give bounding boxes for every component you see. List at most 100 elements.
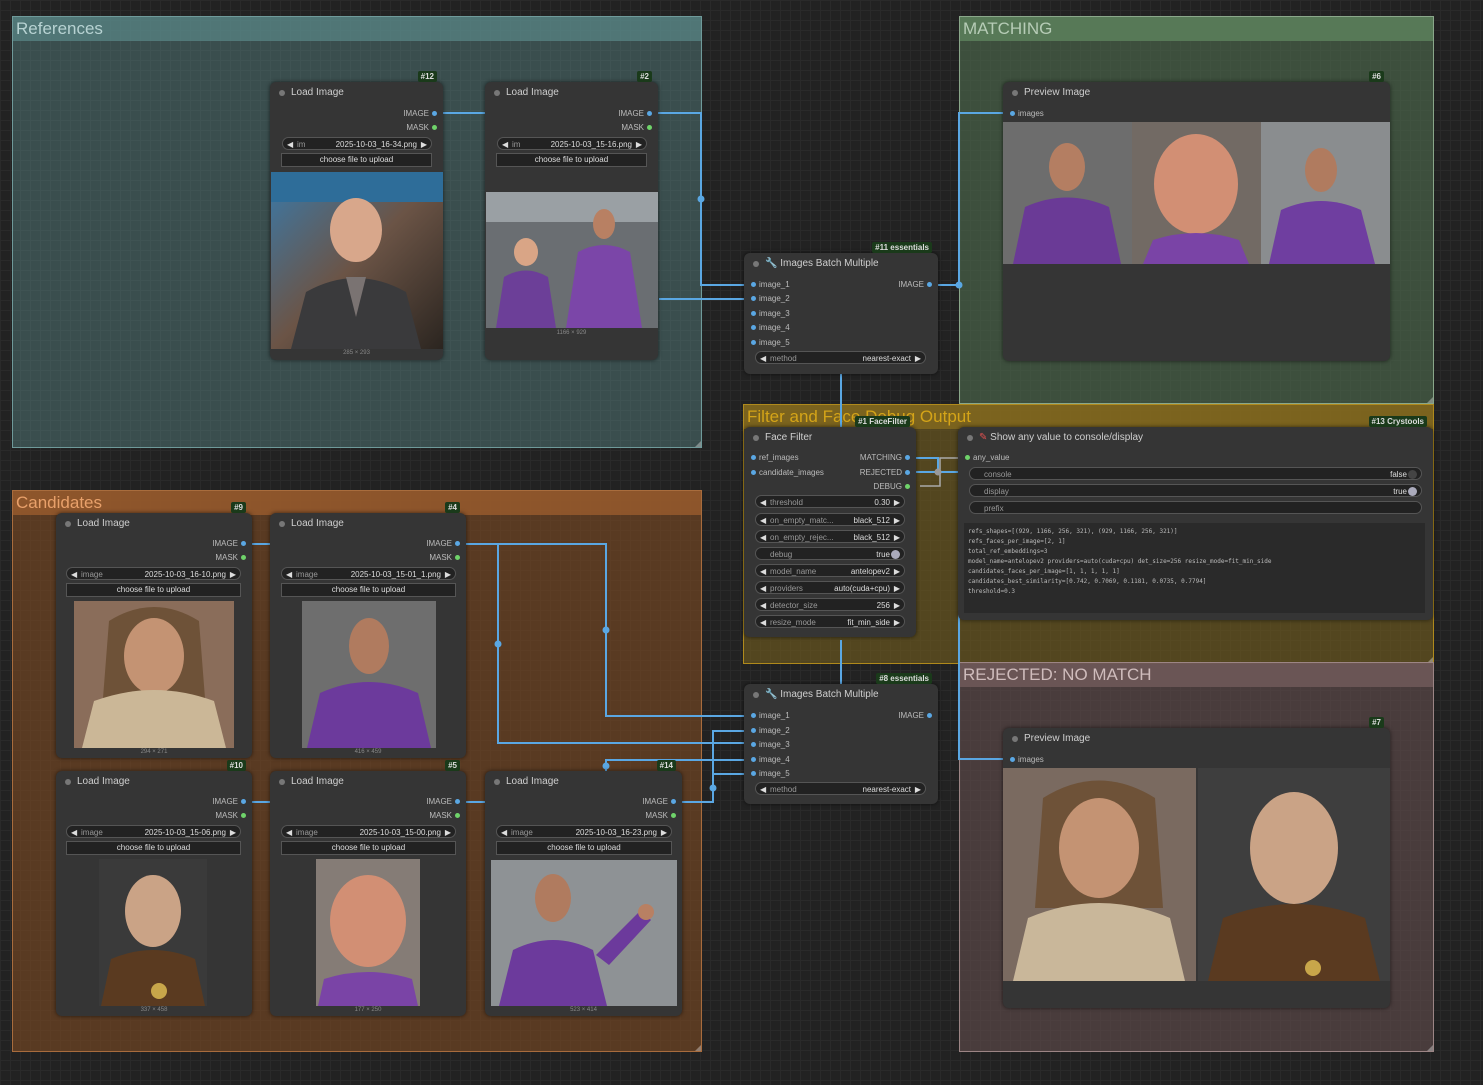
input-image-1[interactable]: image_1 [751, 279, 790, 291]
port-dot-icon[interactable] [751, 728, 756, 733]
collapse-dot-icon[interactable] [494, 779, 500, 785]
collapse-dot-icon[interactable] [967, 435, 973, 441]
output-image-port[interactable]: IMAGE [403, 108, 437, 120]
output-mask-port[interactable]: MASK [215, 810, 246, 822]
resize-handle[interactable] [1427, 397, 1433, 403]
arrow-right-icon[interactable]: ▶ [661, 826, 667, 837]
arrow-left-icon[interactable]: ◀ [501, 826, 507, 837]
node-title[interactable]: Load Image [270, 771, 466, 793]
port-dot-icon[interactable] [927, 713, 932, 718]
arrow-left-icon[interactable]: ◀ [760, 531, 766, 542]
output-mask-port[interactable]: MASK [406, 122, 437, 134]
node-title[interactable]: Load Image [270, 82, 443, 104]
output-text-display[interactable]: refs_shapes=[(929, 1166, 256, 321), (929… [964, 523, 1425, 613]
image-selector[interactable]: ◀ image 2025-10-03_15-01_1.png ▶ [281, 567, 456, 580]
preview-image-node-6[interactable]: #6 Preview Image images [1003, 71, 1390, 361]
toggle-off-icon[interactable] [1408, 470, 1417, 479]
prefix-field[interactable]: prefix [969, 501, 1422, 514]
arrow-right-icon[interactable]: ▶ [894, 616, 900, 627]
collapse-dot-icon[interactable] [753, 692, 759, 698]
providers-widget[interactable]: ◀ providers auto(cuda+cpu) ▶ [755, 581, 905, 594]
port-dot-icon[interactable] [927, 282, 932, 287]
input-image-4[interactable]: image_4 [751, 754, 790, 766]
port-dot-icon[interactable] [455, 799, 460, 804]
detector-size-widget[interactable]: ◀ detector_size 256 ▶ [755, 598, 905, 611]
output-image-port[interactable]: IMAGE [212, 796, 246, 808]
collapse-dot-icon[interactable] [1012, 90, 1018, 96]
port-dot-icon[interactable] [751, 470, 756, 475]
port-dot-icon[interactable] [751, 771, 756, 776]
arrow-left-icon[interactable]: ◀ [760, 616, 766, 627]
arrow-right-icon[interactable]: ▶ [894, 496, 900, 507]
output-mask-port[interactable]: MASK [645, 810, 676, 822]
threshold-widget[interactable]: ◀ threshold 0.30 ▶ [755, 495, 905, 508]
collapse-dot-icon[interactable] [65, 779, 71, 785]
node-title[interactable]: Load Image [270, 513, 466, 535]
input-image-1[interactable]: image_1 [751, 710, 790, 722]
arrow-right-icon[interactable]: ▶ [894, 565, 900, 576]
upload-button[interactable]: choose file to upload [281, 841, 456, 855]
arrow-right-icon[interactable]: ▶ [894, 514, 900, 525]
display-toggle[interactable]: display true [969, 484, 1422, 497]
node-title[interactable]: ✎ Show any value to console/display [958, 427, 1433, 449]
port-dot-icon[interactable] [241, 813, 246, 818]
input-ref-images[interactable]: ref_images [751, 452, 799, 464]
port-dot-icon[interactable] [455, 555, 460, 560]
arrow-left-icon[interactable]: ◀ [760, 496, 766, 507]
on-empty-matching-widget[interactable]: ◀ on_empty_matc... black_512 ▶ [755, 513, 905, 526]
port-dot-icon[interactable] [751, 325, 756, 330]
output-debug[interactable]: DEBUG [874, 481, 910, 493]
arrow-left-icon[interactable]: ◀ [760, 352, 766, 363]
input-image-4[interactable]: image_4 [751, 322, 790, 334]
port-dot-icon[interactable] [241, 541, 246, 546]
resize-handle[interactable] [1427, 1045, 1433, 1051]
output-image-port[interactable]: IMAGE [898, 279, 932, 291]
output-image-port[interactable]: IMAGE [426, 538, 460, 550]
node-title[interactable]: 🔧 Images Batch Multiple [744, 253, 938, 275]
toggle-on-icon[interactable] [891, 550, 900, 559]
upload-button[interactable]: choose file to upload [496, 841, 672, 855]
preview-image-node-7[interactable]: #7 Preview Image images [1003, 717, 1390, 1008]
port-dot-icon[interactable] [432, 125, 437, 130]
show-any-node-13[interactable]: #13 Crystools ✎ Show any value to consol… [958, 416, 1433, 620]
arrow-right-icon[interactable]: ▶ [230, 568, 236, 579]
output-mask-port[interactable]: MASK [215, 552, 246, 564]
port-dot-icon[interactable] [455, 813, 460, 818]
arrow-left-icon[interactable]: ◀ [760, 599, 766, 610]
arrow-right-icon[interactable]: ▶ [894, 582, 900, 593]
input-image-2[interactable]: image_2 [751, 293, 790, 305]
arrow-right-icon[interactable]: ▶ [445, 568, 451, 579]
node-title[interactable]: Load Image [485, 82, 658, 104]
port-dot-icon[interactable] [751, 757, 756, 762]
port-dot-icon[interactable] [751, 742, 756, 747]
output-matching[interactable]: MATCHING [860, 452, 910, 464]
load-image-node-4[interactable]: #4 Load Image IMAGE MASK ◀ image 2025-10-0… [270, 502, 466, 758]
upload-button[interactable]: choose file to upload [281, 153, 432, 167]
port-dot-icon[interactable] [751, 282, 756, 287]
image-selector[interactable]: ◀ image 2025-10-03_16-23.png ▶ [496, 825, 672, 838]
image-selector[interactable]: ◀ image 2025-10-03_15-06.png ▶ [66, 825, 241, 838]
node-title[interactable]: Preview Image [1003, 82, 1390, 104]
load-image-node-12[interactable]: #12 Load Image IMAGE MASK ◀ im 2025-10-03_… [270, 71, 443, 360]
console-toggle[interactable]: console false [969, 467, 1422, 480]
upload-button[interactable]: choose file to upload [66, 583, 241, 597]
load-image-node-2[interactable]: #2 Load Image IMAGE MASK ◀ im 2025-10-03_1… [485, 71, 658, 360]
input-image-5[interactable]: image_5 [751, 768, 790, 780]
arrow-right-icon[interactable]: ▶ [636, 138, 642, 149]
input-candidate-images[interactable]: candidate_images [751, 467, 824, 479]
method-selector[interactable]: ◀ method nearest-exact ▶ [755, 782, 926, 795]
method-selector[interactable]: ◀ method nearest-exact ▶ [755, 351, 926, 364]
arrow-left-icon[interactable]: ◀ [71, 826, 77, 837]
arrow-left-icon[interactable]: ◀ [502, 138, 508, 149]
face-filter-node-1[interactable]: #1 FaceFilter Face Filter ref_images can… [744, 416, 916, 637]
collapse-dot-icon[interactable] [753, 261, 759, 267]
arrow-left-icon[interactable]: ◀ [286, 826, 292, 837]
port-dot-icon[interactable] [751, 296, 756, 301]
arrow-right-icon[interactable]: ▶ [445, 826, 451, 837]
upload-button[interactable]: choose file to upload [496, 153, 647, 167]
load-image-node-5[interactable]: #5 Load Image IMAGE MASK ◀ image 2025-10-0… [270, 760, 466, 1016]
port-dot-icon[interactable] [432, 111, 437, 116]
arrow-left-icon[interactable]: ◀ [760, 582, 766, 593]
image-selector[interactable]: ◀ image 2025-10-03_15-00.png ▶ [281, 825, 456, 838]
input-image-5[interactable]: image_5 [751, 337, 790, 349]
